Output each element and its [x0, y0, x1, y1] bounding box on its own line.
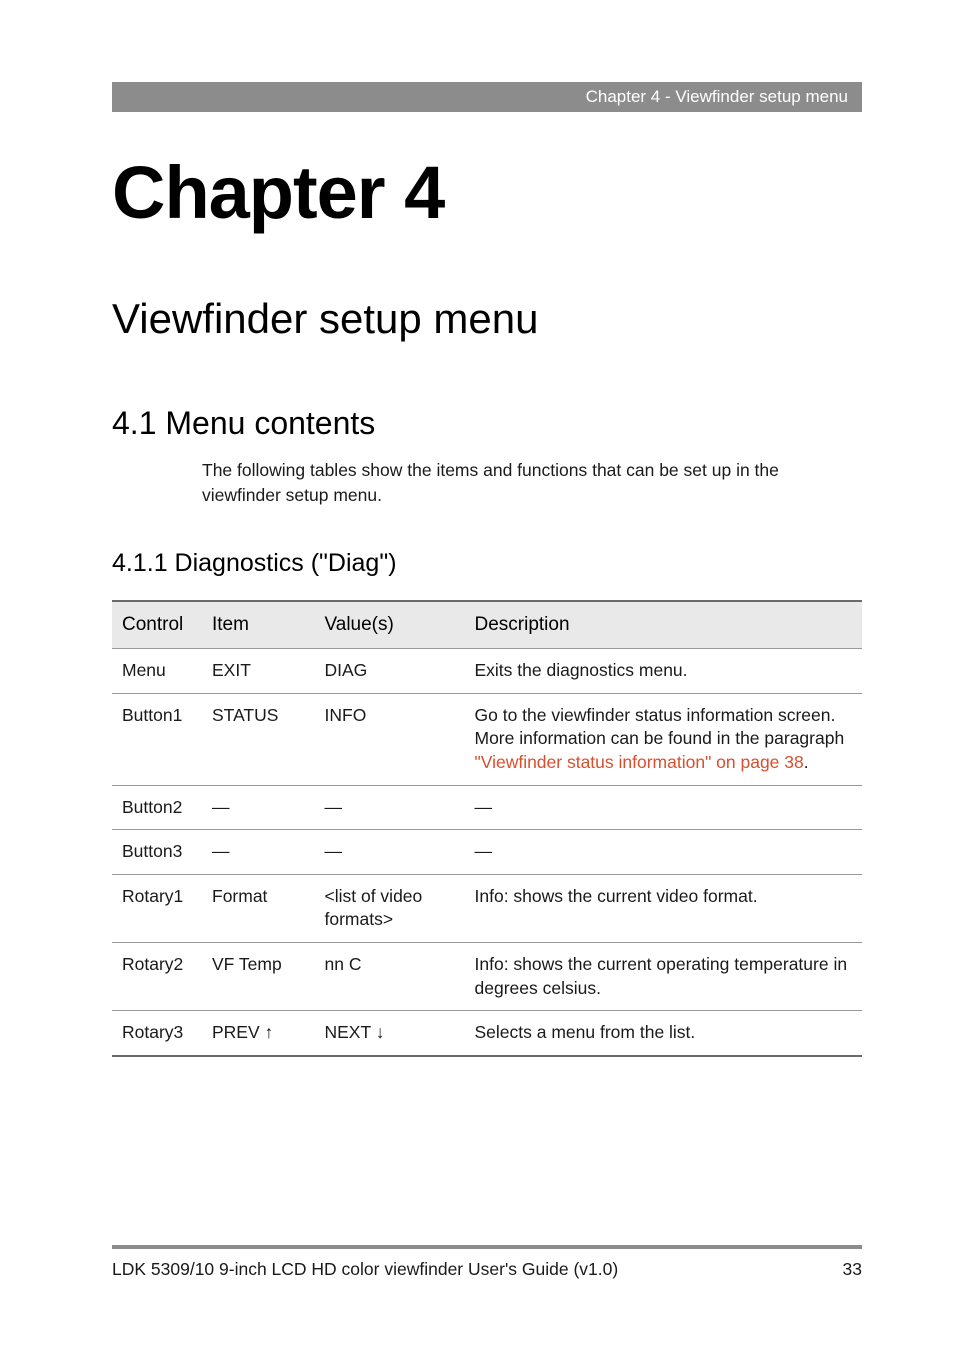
h3-title: 4.1.1 Diagnostics ("Diag"): [112, 549, 862, 578]
footer-page-number: 33: [843, 1259, 862, 1280]
table-row: Rotary3 PREV ↑ NEXT ↓ Selects a menu fro…: [112, 1011, 862, 1056]
cell-control: Button3: [112, 830, 202, 875]
desc-text: Selects a menu from the list.: [475, 1022, 696, 1042]
header-breadcrumb: Chapter 4 - Viewfinder setup menu: [586, 87, 848, 106]
cell-values: —: [315, 785, 465, 830]
cell-item: —: [202, 785, 315, 830]
footer-rule: [112, 1245, 862, 1249]
table-row: Rotary1 Format <list of video formats> I…: [112, 874, 862, 942]
cell-description: Info: shows the current operating temper…: [465, 943, 863, 1011]
cell-control: Rotary3: [112, 1011, 202, 1056]
section-title: Viewfinder setup menu: [112, 295, 862, 343]
table-row: Rotary2 VF Temp nn C Info: shows the cur…: [112, 943, 862, 1011]
cell-values: INFO: [315, 693, 465, 785]
table-row: Button1 STATUS INFO Go to the viewfinder…: [112, 693, 862, 785]
cell-item: PREV ↑: [202, 1011, 315, 1056]
cell-control: Button2: [112, 785, 202, 830]
cell-control: Rotary2: [112, 943, 202, 1011]
cell-values: <list of video formats>: [315, 874, 465, 942]
cell-values: NEXT ↓: [315, 1011, 465, 1056]
desc-text: Info: shows the current operating temper…: [475, 954, 848, 998]
desc-text: Exits the diagnostics menu.: [475, 660, 688, 680]
table-row: Button2 — — —: [112, 785, 862, 830]
th-values: Value(s): [315, 601, 465, 649]
th-control: Control: [112, 601, 202, 649]
desc-text: Go to the viewfinder status information …: [475, 705, 845, 749]
cell-control: Rotary1: [112, 874, 202, 942]
cell-values: DIAG: [315, 649, 465, 694]
desc-text: —: [475, 797, 493, 817]
page-footer: LDK 5309/10 9-inch LCD HD color viewfind…: [112, 1245, 862, 1280]
cell-description: Selects a menu from the list.: [465, 1011, 863, 1056]
cell-description: —: [465, 830, 863, 875]
cell-item: VF Temp: [202, 943, 315, 1011]
th-description: Description: [465, 601, 863, 649]
h2-title: 4.1 Menu contents: [112, 405, 862, 442]
diagnostics-table: Control Item Value(s) Description Menu E…: [112, 600, 862, 1057]
desc-text-post: .: [804, 752, 809, 772]
cell-item: Format: [202, 874, 315, 942]
cell-item: EXIT: [202, 649, 315, 694]
intro-paragraph: The following tables show the items and …: [202, 458, 862, 507]
cell-description: Info: shows the current video format.: [465, 874, 863, 942]
cell-control: Menu: [112, 649, 202, 694]
desc-text: Info: shows the current video format.: [475, 886, 758, 906]
cell-description: Exits the diagnostics menu.: [465, 649, 863, 694]
cell-control: Button1: [112, 693, 202, 785]
footer-doc-title: LDK 5309/10 9-inch LCD HD color viewfind…: [112, 1259, 618, 1280]
chapter-title: Chapter 4: [112, 150, 862, 235]
cell-description: —: [465, 785, 863, 830]
table-header-row: Control Item Value(s) Description: [112, 601, 862, 649]
cell-item: STATUS: [202, 693, 315, 785]
cell-item: —: [202, 830, 315, 875]
th-item: Item: [202, 601, 315, 649]
table-row: Button3 — — —: [112, 830, 862, 875]
cell-values: nn C: [315, 943, 465, 1011]
cell-values: —: [315, 830, 465, 875]
cell-description: Go to the viewfinder status information …: [465, 693, 863, 785]
header-bar: Chapter 4 - Viewfinder setup menu: [112, 82, 862, 112]
footer-row: LDK 5309/10 9-inch LCD HD color viewfind…: [112, 1259, 862, 1280]
desc-text: —: [475, 841, 493, 861]
cross-reference-link[interactable]: "Viewfinder status information" on page …: [475, 752, 804, 772]
table-row: Menu EXIT DIAG Exits the diagnostics men…: [112, 649, 862, 694]
